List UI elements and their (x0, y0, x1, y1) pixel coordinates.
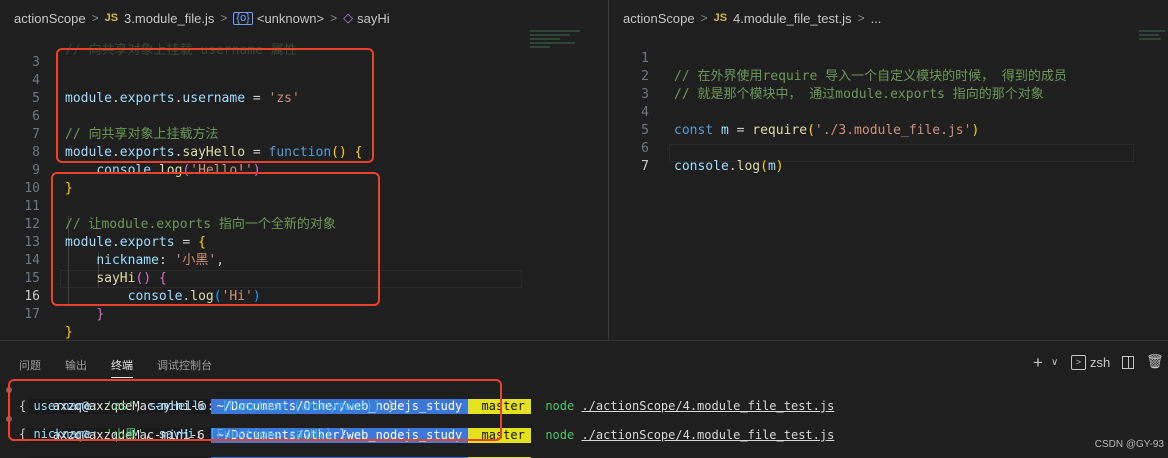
new-terminal-button[interactable]: + (1033, 353, 1043, 373)
watermark: CSDN @GY-93 (1094, 439, 1164, 450)
terminal-prompt: axzq@axzqdeMac-mini-6~/Documents/Other/w… (0, 440, 552, 458)
tab-terminal[interactable]: 终端 (111, 357, 133, 378)
js-file-icon: JS (713, 12, 728, 24)
tab-problems[interactable]: 问题 (19, 357, 41, 373)
breadcrumb-more[interactable]: ... (871, 11, 882, 26)
breadcrumb-file[interactable]: 4.module_file_test.js (733, 11, 852, 26)
chevron-right-icon: > (91, 11, 99, 25)
tab-output[interactable]: 输出 (65, 357, 87, 373)
code-line: 4 const m = require('./3.module_file.js'… (641, 105, 980, 138)
chevron-down-icon[interactable]: ∨ (1051, 357, 1058, 368)
right-editor[interactable]: actionScope > JS 4.module_file_test.js >… (609, 0, 1168, 340)
right-code-area[interactable]: 1 // 在外界使用require 导入一个自定义模块的时候， 得到的成员 2 … (609, 36, 1168, 340)
highlight-box (8, 379, 502, 441)
chevron-right-icon: > (220, 11, 228, 25)
highlight-box (51, 172, 380, 306)
right-minimap[interactable] (1139, 28, 1167, 68)
chevron-right-icon: > (330, 11, 338, 25)
code-line: 1 // 在外界使用require 导入一个自定义模块的时候， 得到的成员 (641, 51, 1067, 84)
code-line: 3 (641, 87, 649, 102)
js-file-icon: JS (104, 12, 119, 24)
object-symbol-icon: {o} (233, 11, 253, 25)
left-minimap[interactable] (530, 28, 590, 68)
chevron-right-icon: > (700, 11, 708, 25)
split-terminal-icon[interactable] (1122, 356, 1134, 369)
terminal-icon: > (1071, 355, 1086, 370)
code-line: 2 // 就是那个模块中， 通过module.exports 指向的那个对象 (641, 69, 1044, 102)
code-line: 7 (641, 159, 649, 174)
breadcrumb-folder[interactable]: actionScope (623, 11, 695, 26)
code-line: 6 console.log(m) (641, 141, 784, 174)
tab-debug-console[interactable]: 调试控制台 (157, 357, 212, 373)
highlight-box (56, 48, 374, 163)
trash-icon[interactable]: 🗑 (1146, 353, 1164, 370)
shell-name[interactable]: zsh (1090, 355, 1110, 370)
chevron-right-icon: > (857, 11, 865, 25)
code-line: 5 (641, 123, 649, 138)
right-breadcrumb: actionScope > JS 4.module_file_test.js >… (609, 0, 1168, 36)
